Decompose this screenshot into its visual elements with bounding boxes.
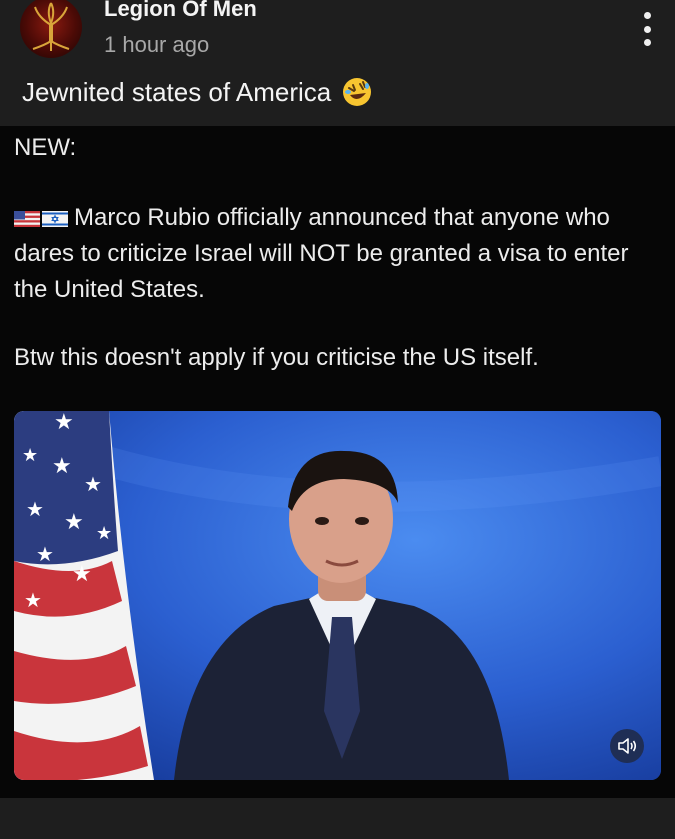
svg-text:★: ★ bbox=[52, 454, 72, 479]
svg-text:★: ★ bbox=[36, 542, 54, 566]
author-name[interactable]: Legion Of Men bbox=[104, 0, 257, 22]
flag-icons bbox=[14, 211, 68, 227]
svg-text:★: ★ bbox=[24, 588, 42, 612]
video-frame: ★ ★ ★ ★ ★ ★ ★ ★ ★ ★ bbox=[14, 411, 661, 780]
mute-button[interactable] bbox=[610, 729, 644, 763]
bottom-action-bar bbox=[0, 798, 675, 839]
announcement-body: Marco Rubio officially announced that an… bbox=[14, 204, 629, 303]
caption-text: Jewnited states of America bbox=[22, 76, 332, 107]
israel-flag-icon bbox=[42, 211, 68, 227]
more-options-icon[interactable] bbox=[640, 12, 654, 46]
video-player[interactable]: ★ ★ ★ ★ ★ ★ ★ ★ ★ ★ bbox=[14, 411, 661, 780]
announcement-text: Marco Rubio officially announced that an… bbox=[14, 200, 654, 308]
post-header: Legion Of Men 1 hour ago Jewnited states… bbox=[0, 0, 675, 126]
speaker-icon bbox=[618, 738, 637, 754]
svg-text:★: ★ bbox=[26, 497, 44, 521]
svg-text:★: ★ bbox=[22, 445, 38, 466]
us-flag-icon bbox=[14, 211, 40, 227]
avatar[interactable] bbox=[20, 0, 82, 58]
svg-text:★: ★ bbox=[64, 510, 84, 535]
post-caption: Jewnited states of America bbox=[22, 76, 373, 108]
svg-text:★: ★ bbox=[72, 562, 92, 587]
btw-text: Btw this doesn't apply if you criticise … bbox=[14, 344, 539, 371]
svg-text:★: ★ bbox=[54, 411, 74, 435]
svg-text:★: ★ bbox=[96, 523, 112, 544]
shared-post[interactable]: NEW: Marco Rubio officially announced th… bbox=[0, 126, 675, 798]
post-time: 1 hour ago bbox=[104, 32, 210, 57]
svg-text:★: ★ bbox=[84, 472, 102, 496]
tree-logo-icon bbox=[32, 2, 70, 51]
rolling-on-floor-laughing-icon bbox=[343, 78, 372, 106]
new-label: NEW: bbox=[14, 134, 77, 161]
